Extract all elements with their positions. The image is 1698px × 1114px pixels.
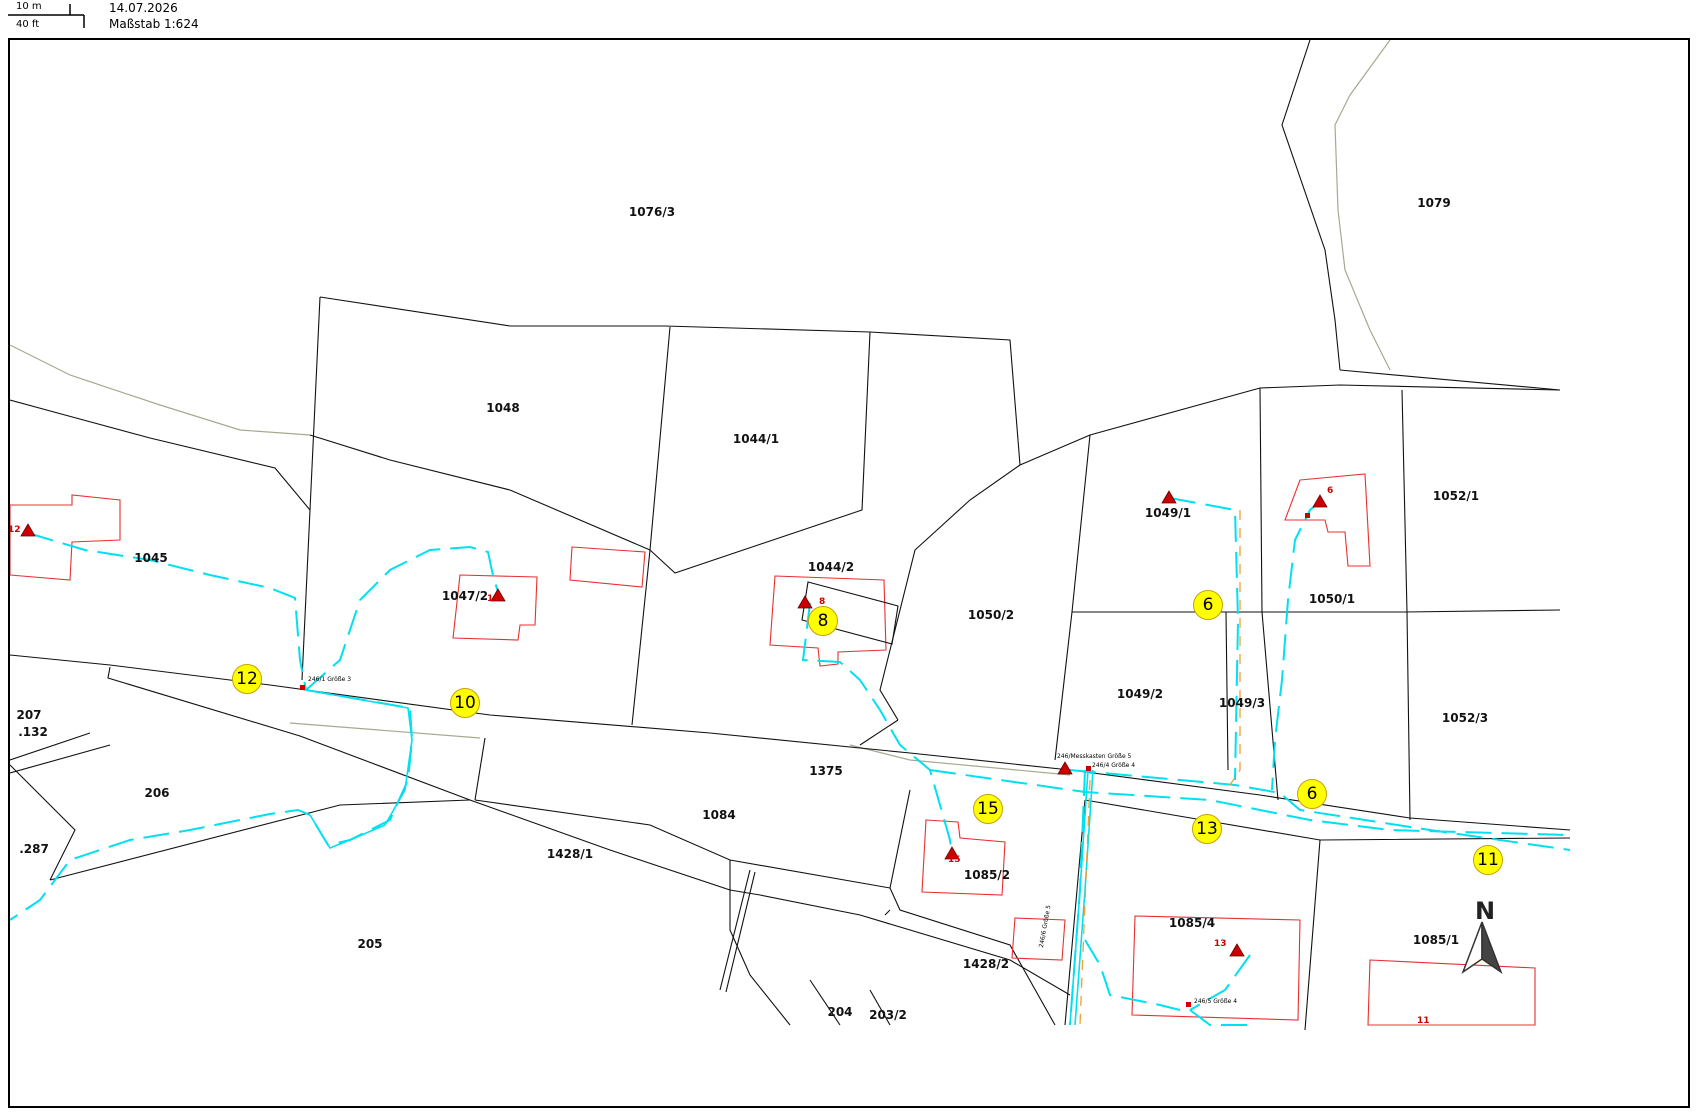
map-header: 10 m 40 ft 14.07.2026 Maßstab 1:624 bbox=[0, 0, 1698, 38]
point-badge-12[interactable]: 12 bbox=[232, 664, 262, 694]
parcel-label: 1052/3 bbox=[1441, 711, 1489, 725]
marker-label: 8 bbox=[819, 597, 826, 607]
point-badge-15[interactable]: 15 bbox=[973, 794, 1003, 824]
parcel-label: 1085/1 bbox=[1412, 933, 1460, 947]
marker-label: 13 bbox=[1214, 939, 1227, 949]
marker-1049 bbox=[1161, 490, 1177, 504]
parcel-label: 1428/2 bbox=[962, 957, 1010, 971]
scale-bar bbox=[8, 4, 85, 28]
pipe-annotation: 246/5 Größe 4 bbox=[1194, 998, 1238, 1005]
parcel-label: 1428/1 bbox=[546, 847, 594, 861]
pipe-annotation: 246/Messkasten Größe 5 bbox=[1057, 753, 1132, 760]
parcel-label: 1044/1 bbox=[732, 432, 780, 446]
parcel-label: 1076/3 bbox=[628, 205, 676, 219]
parcel-label: .287 bbox=[19, 842, 49, 856]
parcel-label: 205 bbox=[357, 937, 383, 951]
point-badge-6[interactable]: 6 bbox=[1297, 779, 1327, 809]
scale-imperial-label: 40 ft bbox=[16, 19, 40, 30]
marker-label: 14 bbox=[487, 594, 500, 604]
parcel-label: 1049/1 bbox=[1144, 506, 1192, 520]
marker-8 bbox=[797, 595, 813, 609]
valve bbox=[1186, 1002, 1191, 1007]
parcel-label: 204 bbox=[827, 1005, 853, 1019]
parcel-label: 1048 bbox=[486, 401, 520, 415]
parcel-label: 206 bbox=[144, 786, 170, 800]
valve bbox=[300, 685, 305, 690]
pipe-annotation: 246/4 Größe 4 bbox=[1092, 762, 1136, 769]
north-arrow: N bbox=[1455, 897, 1515, 977]
parcel-label: 1079 bbox=[1417, 196, 1451, 210]
north-arrow-icon bbox=[1461, 921, 1503, 974]
valves bbox=[300, 513, 1310, 1007]
parcel-label: 203/2 bbox=[869, 1008, 907, 1022]
valve bbox=[1086, 766, 1091, 771]
parcel-label: 1084 bbox=[702, 808, 736, 822]
point-badge-6[interactable]: 6 bbox=[1193, 590, 1223, 620]
parcel-label: 1085/2 bbox=[963, 868, 1011, 882]
marker-label: 15 bbox=[948, 855, 961, 865]
building-outlines bbox=[10, 473, 1536, 1026]
marker-label: 12 bbox=[8, 525, 21, 535]
scale-metric-label: 10 m bbox=[16, 1, 42, 12]
parcel-boundaries bbox=[10, 40, 1571, 1031]
old-boundaries bbox=[10, 40, 1391, 776]
parcel-label: .132 bbox=[18, 725, 48, 739]
markers bbox=[20, 490, 1328, 957]
parcel-label: 1375 bbox=[809, 764, 843, 778]
point-badge-11[interactable]: 11 bbox=[1473, 845, 1503, 875]
parcel-label: 1052/1 bbox=[1432, 489, 1480, 503]
marker-label: 6 bbox=[1327, 486, 1334, 496]
point-badge-13[interactable]: 13 bbox=[1192, 814, 1222, 844]
parcel-label: 1049/2 bbox=[1116, 687, 1164, 701]
water-main bbox=[305, 689, 1094, 1026]
parcel-label: 207 bbox=[16, 708, 42, 722]
map-scale-ratio: Maßstab 1:624 bbox=[109, 17, 199, 31]
parcel-label: 1085/4 bbox=[1168, 916, 1216, 930]
parcel-label: 1050/1 bbox=[1308, 592, 1356, 606]
parcel-label: 1049/3 bbox=[1218, 696, 1266, 710]
parcel-label: 1047/2 bbox=[441, 589, 489, 603]
parcel-label: 1044/2 bbox=[807, 560, 855, 574]
point-badge-10[interactable]: 10 bbox=[450, 688, 480, 718]
valve bbox=[1305, 513, 1310, 518]
point-badge-8[interactable]: 8 bbox=[808, 606, 838, 636]
parcel-label: 1050/2 bbox=[967, 608, 1015, 622]
map-canvas[interactable]: 1076/3 1079 1048 1044/1 1052/1 1049/1 10… bbox=[8, 38, 1690, 1108]
pipe-annotation: 246/1 Größe 3 bbox=[308, 676, 352, 683]
marker-6 bbox=[1312, 494, 1328, 508]
marker-13 bbox=[1229, 943, 1245, 957]
marker-label: 11 bbox=[1417, 1016, 1430, 1026]
marker-12 bbox=[20, 523, 36, 537]
parcel-label: 1045 bbox=[134, 551, 168, 565]
marker-meter bbox=[1057, 761, 1073, 775]
map-date: 14.07.2026 bbox=[109, 1, 178, 15]
